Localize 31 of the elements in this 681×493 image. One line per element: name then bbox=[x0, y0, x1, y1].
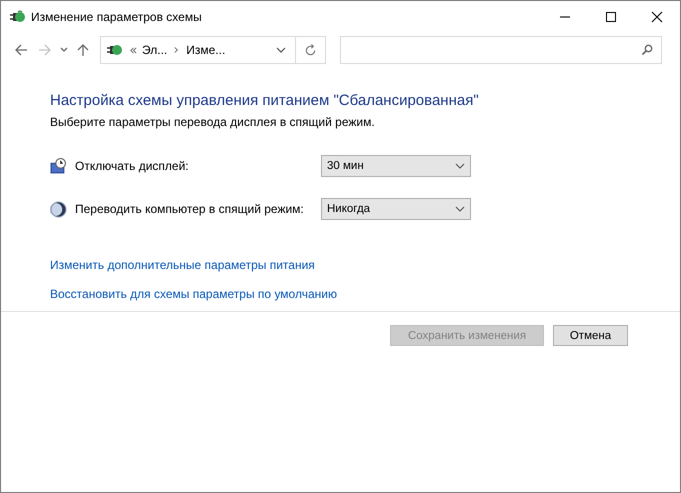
search-icon bbox=[641, 44, 653, 56]
cancel-button[interactable]: Отмена bbox=[553, 325, 628, 346]
chevron-right-icon bbox=[174, 46, 180, 54]
setting-label: Переводить компьютер в спящий режим: bbox=[75, 202, 305, 216]
settings-link[interactable]: Восстановить для схемы параметры по умолчанию bbox=[50, 287, 337, 301]
arrow-up-icon bbox=[76, 43, 90, 57]
caret-icon bbox=[455, 163, 465, 169]
arrow-left-icon bbox=[14, 43, 28, 57]
moon-icon bbox=[50, 200, 67, 218]
description-text: Выберите параметры перевода дисплея в спящий режим. bbox=[50, 115, 376, 129]
caret-icon bbox=[60, 47, 68, 53]
arrow-right-icon bbox=[38, 43, 52, 57]
close-icon bbox=[651, 10, 663, 22]
dropdown-caret-icon[interactable] bbox=[276, 47, 286, 53]
address-bar[interactable]: Эл... Изме... bbox=[100, 36, 326, 64]
breadcrumb-item[interactable]: Изме... bbox=[186, 43, 226, 57]
refresh-icon bbox=[304, 44, 317, 56]
dropdown[interactable]: 30 мин bbox=[321, 155, 471, 177]
window-title: Изменение параметров схемы bbox=[31, 10, 202, 24]
monitor-clock-icon bbox=[50, 158, 67, 174]
search-field[interactable] bbox=[340, 36, 662, 64]
overflow-chevron-icon[interactable] bbox=[130, 46, 137, 54]
dropdown[interactable]: Никогда bbox=[321, 198, 471, 220]
power-plug-icon bbox=[106, 42, 122, 58]
breadcrumb-item[interactable]: Эл... bbox=[142, 43, 168, 57]
power-plug-icon bbox=[9, 8, 25, 24]
setting-label: Отключать дисплей: bbox=[75, 159, 190, 173]
settings-link[interactable]: Изменить дополнительные параметры питания bbox=[50, 258, 315, 272]
caret-icon bbox=[455, 206, 465, 212]
page-heading: Настройка схемы управления питанием "Сбалансированная" bbox=[50, 92, 480, 109]
maximize-icon bbox=[605, 10, 617, 22]
